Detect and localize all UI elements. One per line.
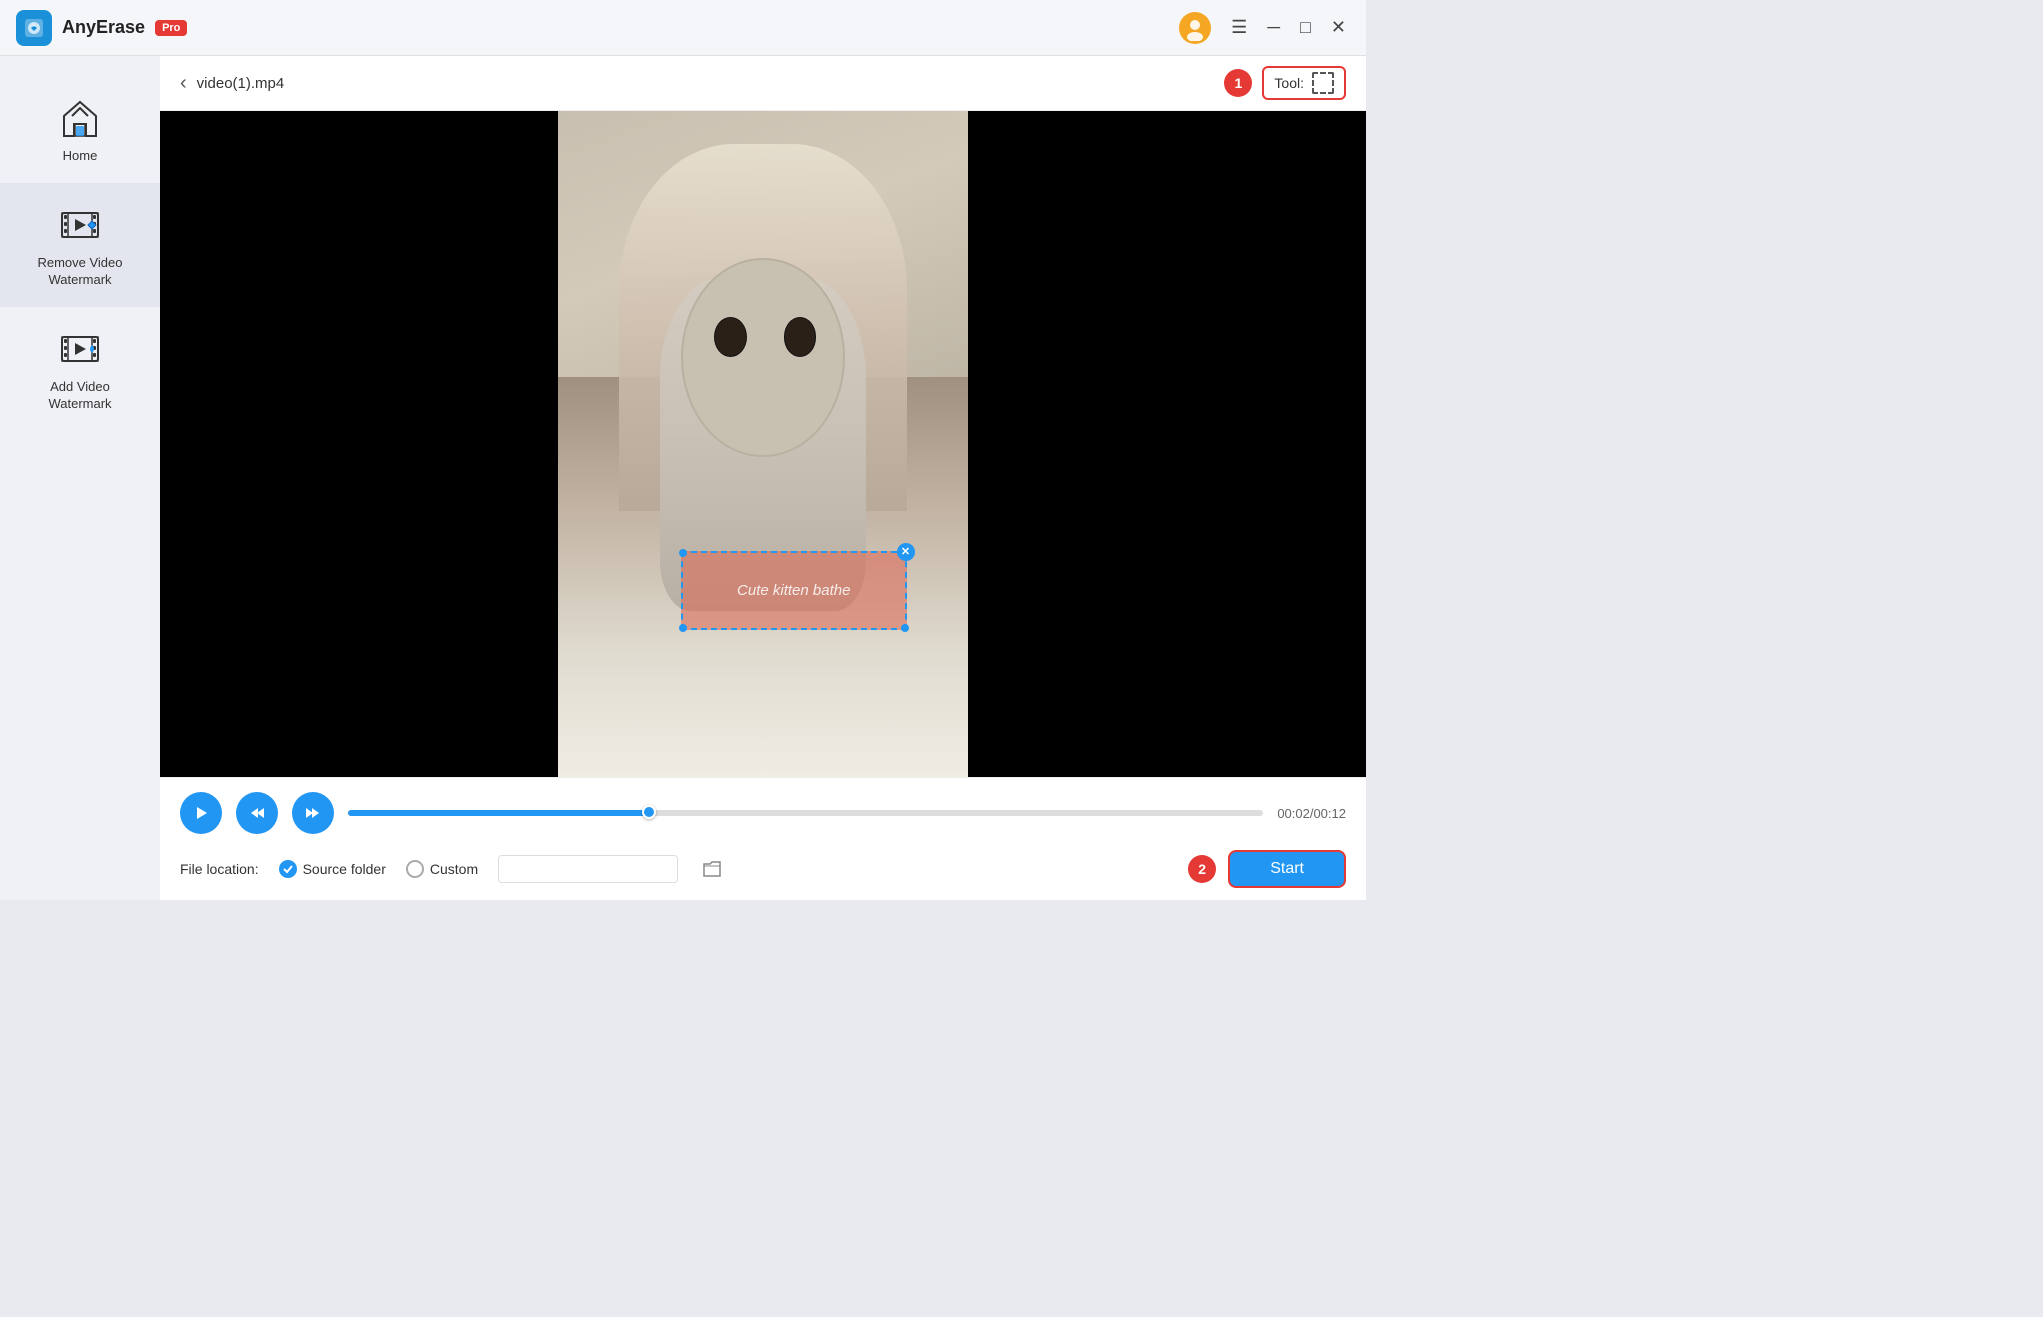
menu-icon[interactable]: ☰ — [1227, 15, 1251, 40]
video-black-right — [968, 111, 1366, 777]
start-button[interactable]: Start — [1228, 850, 1346, 888]
titlebar-left: AnyErase Pro — [16, 10, 187, 46]
selection-tool-icon[interactable] — [1312, 72, 1334, 94]
sidebar-item-add-watermark[interactable]: Add VideoWatermark — [0, 307, 160, 431]
file-location-left: File location: Source folder Custom — [180, 855, 722, 883]
forward-button[interactable] — [292, 792, 334, 834]
sidebar-remove-label: Remove VideoWatermark — [37, 255, 122, 289]
source-folder-radio[interactable] — [279, 860, 297, 878]
watermark-text: Cute kitten bathe — [737, 582, 850, 599]
progress-bar-container[interactable] — [348, 810, 1263, 816]
titlebar-right: ☰ ─ □ ✕ — [1179, 12, 1350, 44]
cat-eye-left — [714, 317, 747, 357]
content-header-left: ‹ video(1).mp4 — [180, 72, 284, 95]
progress-thumb[interactable] — [642, 805, 656, 819]
main-layout: Home — [0, 56, 1366, 900]
sidebar-item-home[interactable]: Home — [0, 76, 160, 183]
app-name: AnyErase — [62, 17, 145, 38]
avatar-icon[interactable] — [1179, 12, 1211, 44]
pro-badge: Pro — [155, 20, 187, 36]
step1-badge: 1 — [1224, 69, 1252, 97]
file-name: video(1).mp4 — [197, 75, 285, 92]
step2-badge: 2 — [1188, 855, 1216, 883]
video-content: ✕ Cute kitten bathe — [558, 111, 968, 777]
close-icon[interactable]: ✕ — [1327, 15, 1350, 40]
video-placeholder: ✕ Cute kitten bathe — [160, 111, 1366, 777]
back-button[interactable]: ‹ — [180, 72, 187, 95]
player-controls: 00:02/00:12 — [180, 792, 1346, 834]
time-display: 00:02/00:12 — [1277, 806, 1346, 821]
handle-top-left[interactable] — [679, 549, 687, 557]
source-folder-label: Source folder — [303, 861, 386, 877]
source-folder-option[interactable]: Source folder — [279, 860, 386, 878]
video-area: ✕ Cute kitten bathe — [160, 111, 1366, 777]
sidebar-add-label: Add VideoWatermark — [48, 379, 111, 413]
play-button[interactable] — [180, 792, 222, 834]
custom-radio[interactable] — [406, 860, 424, 878]
handle-close[interactable]: ✕ — [897, 543, 915, 561]
content-header-right: 1 Tool: — [1224, 66, 1346, 100]
tool-label: Tool: — [1274, 75, 1304, 91]
tool-selector[interactable]: Tool: — [1262, 66, 1346, 100]
content-area: ‹ video(1).mp4 1 Tool: — [160, 56, 1366, 900]
cat-head — [681, 258, 845, 458]
sidebar: Home — [0, 56, 160, 900]
window-controls: ☰ ─ □ ✕ — [1227, 15, 1350, 40]
rewind-button[interactable] — [236, 792, 278, 834]
add-watermark-icon — [56, 325, 104, 373]
remove-watermark-icon — [56, 201, 104, 249]
app-logo — [16, 10, 52, 46]
home-icon — [56, 94, 104, 142]
watermark-selection-box[interactable]: ✕ Cute kitten bathe — [681, 551, 907, 631]
sidebar-item-remove-watermark[interactable]: Remove VideoWatermark — [0, 183, 160, 307]
titlebar: AnyErase Pro ☰ ─ □ ✕ — [0, 0, 1366, 56]
custom-option[interactable]: Custom — [406, 860, 478, 878]
progress-bar-fill — [348, 810, 650, 816]
content-header: ‹ video(1).mp4 1 Tool: — [160, 56, 1366, 111]
video-black-left — [160, 111, 558, 777]
maximize-icon[interactable]: □ — [1296, 15, 1315, 40]
file-location-label: File location: — [180, 861, 259, 877]
sidebar-home-label: Home — [63, 148, 98, 165]
bottom-controls: 00:02/00:12 File location: Source folder… — [160, 777, 1366, 900]
file-location-right: 2 Start — [1188, 850, 1346, 888]
folder-browse-icon[interactable] — [702, 860, 722, 878]
custom-label: Custom — [430, 861, 478, 877]
file-location-row: File location: Source folder Custom — [180, 850, 1346, 888]
minimize-icon[interactable]: ─ — [1263, 15, 1284, 40]
cat-background: ✕ Cute kitten bathe — [558, 111, 968, 777]
custom-path-input[interactable] — [498, 855, 678, 883]
